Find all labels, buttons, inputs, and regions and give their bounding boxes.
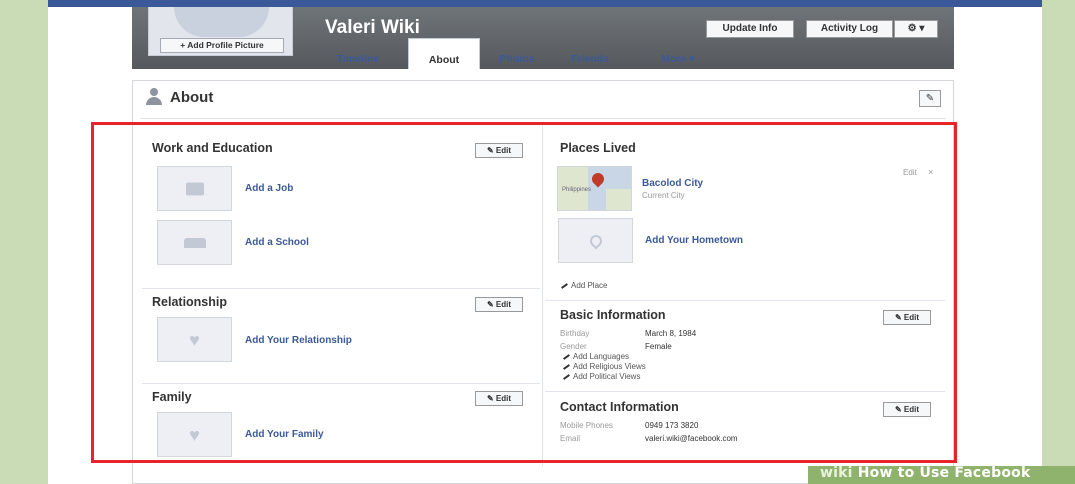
add-political-views-link[interactable]: Add Political Views <box>563 372 640 381</box>
current-city-map: Philippines <box>557 166 632 211</box>
settings-dropdown-button[interactable]: ⚙ ▾ <box>894 20 938 38</box>
birthday-value: March 8, 1984 <box>645 329 697 338</box>
add-religious-views-link[interactable]: Add Religious Views <box>563 362 646 371</box>
add-relationship-link[interactable]: Add Your Relationship <box>245 335 352 346</box>
right-margin <box>1042 0 1075 484</box>
map-pin-icon <box>589 170 607 188</box>
profile-name[interactable]: Valeri Wiki <box>325 17 420 39</box>
work-education-edit-button[interactable]: ✎ Edit <box>475 143 523 158</box>
about-header: About <box>146 88 213 106</box>
watermark-brand: wiki <box>820 465 853 481</box>
map-label: Philippines <box>562 187 592 193</box>
column-divider <box>542 124 543 466</box>
add-languages-link[interactable]: Add Languages <box>563 352 629 361</box>
relationship-title: Relationship <box>152 295 228 309</box>
section-divider <box>545 300 945 301</box>
birthday-label: Birthday <box>560 329 590 338</box>
school-icon <box>183 237 206 248</box>
family-title: Family <box>152 390 192 404</box>
contact-info-edit-button[interactable]: ✎ Edit <box>883 402 931 417</box>
places-lived-title: Places Lived <box>560 141 636 155</box>
family-edit-button[interactable]: ✎ Edit <box>475 391 523 406</box>
tab-timeline[interactable]: Timeline <box>322 38 394 69</box>
add-place-label: Add Place <box>571 281 608 290</box>
add-family-link[interactable]: Add Your Family <box>245 429 324 440</box>
top-bar <box>48 0 1042 7</box>
add-school-link[interactable]: Add a School <box>245 237 309 248</box>
family-thumbnail: ♥ <box>157 412 232 457</box>
add-religious-views-label: Add Religious Views <box>573 362 646 371</box>
pencil-icon <box>561 283 568 289</box>
remove-city-icon[interactable]: × <box>928 167 933 177</box>
watermark: wiki How to Use Facebook <box>820 465 1031 481</box>
contact-info-title: Contact Information <box>560 400 679 414</box>
add-languages-label: Add Languages <box>573 352 630 361</box>
left-margin <box>0 0 48 484</box>
heart-icon: ♥ <box>189 424 200 445</box>
hometown-thumbnail <box>558 218 633 263</box>
section-divider <box>142 383 540 384</box>
edit-label: Edit <box>495 146 512 155</box>
add-place-link[interactable]: Add Place <box>561 281 607 290</box>
about-divider <box>140 118 946 119</box>
basic-info-edit-button[interactable]: ✎ Edit <box>883 310 931 325</box>
tab-photos[interactable]: Photos <box>482 38 552 69</box>
edit-label: Edit <box>903 405 920 414</box>
edit-city-link[interactable]: Edit <box>903 168 917 177</box>
relationship-thumbnail: ♥ <box>157 317 232 362</box>
map-land <box>606 189 631 210</box>
silhouette <box>174 7 269 37</box>
update-info-button[interactable]: Update Info <box>706 20 794 38</box>
work-education-title: Work and Education <box>152 141 273 155</box>
edit-about-button[interactable]: ✎ <box>919 90 941 107</box>
current-city-label: Current City <box>642 191 685 200</box>
briefcase-icon <box>185 182 204 195</box>
edit-label: Edit <box>903 313 920 322</box>
tab-more[interactable]: More ▾ <box>640 38 716 69</box>
mobile-phones-label: Mobile Phones <box>560 421 613 430</box>
pencil-icon <box>563 374 570 380</box>
gender-label: Gender <box>560 342 587 351</box>
add-political-views-label: Add Political Views <box>573 372 641 381</box>
job-thumbnail <box>157 166 232 211</box>
email-label: Email <box>560 434 581 443</box>
basic-info-title: Basic Information <box>560 308 666 322</box>
relationship-edit-button[interactable]: ✎ Edit <box>475 297 523 312</box>
profile-tabs: Timeline About Photos Friends More ▾ <box>132 38 954 71</box>
add-hometown-link[interactable]: Add Your Hometown <box>645 235 743 246</box>
location-pin-icon <box>587 232 604 249</box>
tab-friends[interactable]: Friends <box>554 38 626 69</box>
add-job-link[interactable]: Add a Job <box>245 183 293 194</box>
pencil-icon <box>563 364 570 370</box>
mobile-phones-value: 0949 173 3820 <box>645 421 699 430</box>
gender-value: Female <box>645 342 672 351</box>
section-divider <box>545 391 945 392</box>
tab-about[interactable]: About <box>408 38 480 69</box>
activity-log-button[interactable]: Activity Log <box>806 20 893 38</box>
section-divider <box>142 288 540 289</box>
heart-icon: ♥ <box>189 329 200 350</box>
current-city-link[interactable]: Bacolod City <box>642 178 703 189</box>
pencil-icon <box>563 354 570 360</box>
email-value: valeri.wiki@facebook.com <box>645 434 738 443</box>
person-icon <box>146 88 162 106</box>
edit-label: Edit <box>495 300 512 309</box>
about-title: About <box>170 88 214 106</box>
watermark-text: How to Use Facebook <box>857 465 1031 481</box>
school-thumbnail <box>157 220 232 265</box>
edit-label: Edit <box>495 394 512 403</box>
